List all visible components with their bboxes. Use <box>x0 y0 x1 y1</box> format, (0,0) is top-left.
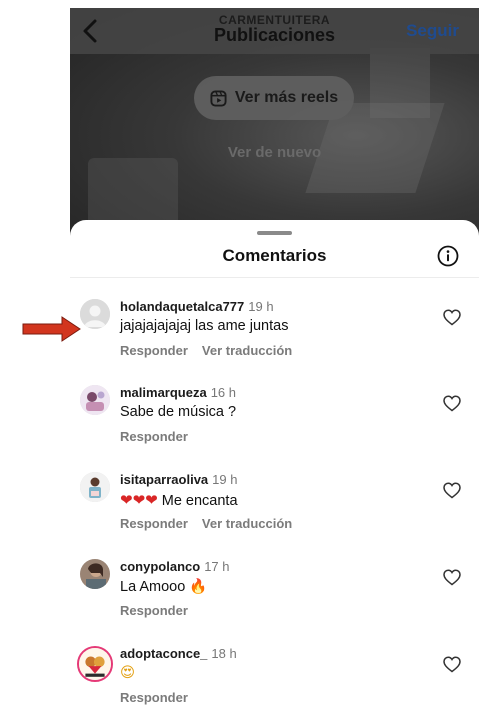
comment-actions: Responder <box>120 690 188 705</box>
top-nav-bar: CARMENTUITERA Publicaciones Seguir <box>70 8 479 54</box>
video-frame-shape <box>370 48 430 118</box>
comment-text: 😍 <box>120 665 135 681</box>
comment-time: 19 h <box>212 472 238 487</box>
comment-header: adoptaconce_ 18 h <box>120 646 237 661</box>
translate-button[interactable]: Ver traducción <box>202 516 292 531</box>
comment-text: jajajajajajaj las ame juntas <box>120 318 289 334</box>
like-heart-icon[interactable] <box>443 569 461 586</box>
more-reels-label: Ver más reels <box>234 89 339 106</box>
comments-title: Comentarios <box>222 246 327 265</box>
heart-emoji: ❤❤❤ <box>120 491 158 509</box>
heart-eyes-emoji: 😍 <box>120 665 136 681</box>
avatar[interactable] <box>80 559 110 589</box>
comment-text-body: Me encanta <box>161 493 238 509</box>
like-heart-icon[interactable] <box>443 309 461 326</box>
avatar-logo <box>79 648 111 680</box>
comment-text-body: La Amooo <box>120 579 186 595</box>
follow-button[interactable]: Seguir <box>406 21 459 41</box>
reply-button[interactable]: Responder <box>120 343 188 358</box>
comment-item: holandaquetalca777 19 h jajajajajajaj las… <box>70 299 479 379</box>
divider <box>70 277 479 278</box>
comment-username[interactable]: holandaquetalca777 <box>120 299 244 314</box>
avatar-illustration <box>80 385 110 415</box>
like-heart-icon[interactable] <box>443 656 461 673</box>
like-heart-icon[interactable] <box>443 482 461 499</box>
default-avatar-icon <box>80 299 110 329</box>
reels-icon <box>210 89 227 107</box>
avatar-story-ring[interactable] <box>77 646 113 682</box>
comment-username[interactable]: adoptaconce_ <box>120 646 207 661</box>
comment-item: isitaparraoliva 19 h ❤❤❤ Me encanta Respo… <box>70 472 479 552</box>
comment-header: malimarqueza 16 h <box>120 385 236 400</box>
comment-header: conypolanco 17 h <box>120 559 230 574</box>
comment-text: Sabe de música ? <box>120 404 237 420</box>
reply-button[interactable]: Responder <box>120 690 188 705</box>
comment-username[interactable]: isitaparraoliva <box>120 472 208 487</box>
comment-actions: Responder Ver traducción <box>120 516 292 531</box>
info-icon[interactable] <box>437 245 459 267</box>
comment-header: isitaparraoliva 19 h <box>120 472 237 487</box>
comment-time: 18 h <box>211 646 237 661</box>
avatar[interactable] <box>80 472 110 502</box>
reply-button[interactable]: Responder <box>120 429 188 444</box>
translate-button[interactable]: Ver traducción <box>202 343 292 358</box>
sheet-drag-handle[interactable] <box>257 231 292 235</box>
comment-time: 19 h <box>248 299 274 314</box>
replay-link[interactable]: Ver de nuevo <box>70 144 479 161</box>
more-reels-button[interactable]: Ver más reels <box>194 76 354 120</box>
reply-button[interactable]: Responder <box>120 516 188 531</box>
comment-time: 17 h <box>204 559 230 574</box>
like-heart-icon[interactable] <box>443 395 461 412</box>
avatar-illustration <box>80 472 110 502</box>
comment-actions: Responder <box>120 429 188 444</box>
comment-item: malimarqueza 16 h Sabe de música ? Respon… <box>70 385 479 465</box>
comment-actions: Responder <box>120 603 188 618</box>
avatar[interactable] <box>80 385 110 415</box>
comment-text: ❤❤❤ Me encanta <box>120 491 238 509</box>
fire-emoji: 🔥 <box>189 579 208 595</box>
comment-username[interactable]: malimarqueza <box>120 385 207 400</box>
avatar-default[interactable] <box>80 299 110 329</box>
comment-time: 16 h <box>210 385 237 400</box>
comment-username[interactable]: conypolanco <box>120 559 200 574</box>
comment-item: conypolanco 17 h La Amooo 🔥 Responder <box>70 559 479 639</box>
reply-button[interactable]: Responder <box>120 603 188 618</box>
video-area[interactable]: CARMENTUITERA Publicaciones Seguir Ver m… <box>70 8 479 240</box>
comment-item: adoptaconce_ 18 h 😍 Responder <box>70 646 479 722</box>
comment-text: La Amooo 🔥 <box>120 578 207 595</box>
comment-header: holandaquetalca777 19 h <box>120 299 274 314</box>
comments-sheet: Comentarios holandaquetalca777 19 h jajaj… <box>70 220 479 722</box>
comment-actions: Responder Ver traducción <box>120 343 292 358</box>
avatar-photo <box>80 559 110 589</box>
annotation-arrow-icon <box>22 316 81 342</box>
